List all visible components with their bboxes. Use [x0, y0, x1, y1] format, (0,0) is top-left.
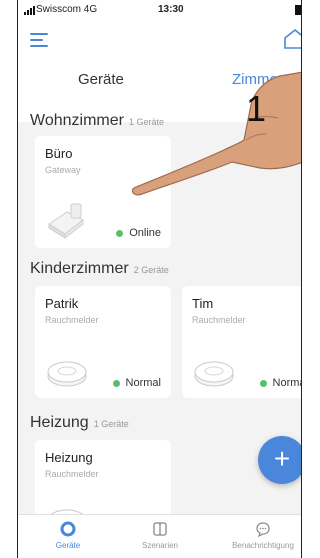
- room-title-kinderzimmer: Kinderzimmer 2 Geräte: [30, 260, 169, 278]
- device-type: Rauchmelder: [45, 469, 99, 479]
- home-button[interactable]: [283, 28, 301, 50]
- device-name: Büro: [45, 146, 73, 161]
- bottom-nav: Geräte Szenarien Benachrichtigung: [18, 514, 301, 558]
- room-device-count: 1 Geräte: [93, 419, 129, 429]
- room-device-count: 2 Geräte: [133, 265, 169, 275]
- device-type: Rauchmelder: [45, 315, 99, 325]
- home-icon: [284, 28, 301, 49]
- device-status-label: Normal: [272, 377, 301, 389]
- menu-button[interactable]: [30, 31, 48, 49]
- status-bar: Swisscom 4G 13:30: [18, 0, 301, 22]
- normal-status-dot: [259, 379, 267, 387]
- room-name: Wohnzimmer: [30, 112, 124, 129]
- device-name: Heizung: [45, 450, 93, 465]
- devices-tab-icon: [60, 521, 76, 537]
- carrier-label: Swisscom 4G: [36, 4, 98, 15]
- gateway-device-icon: [48, 203, 84, 240]
- device-card-heizung[interactable]: Heizung Rauchmelder: [35, 440, 171, 526]
- signal-icon: [24, 6, 35, 15]
- device-status: Online: [116, 227, 161, 239]
- device-type: Rauchmelder: [192, 315, 246, 325]
- tab-geraete[interactable]: Geräte: [78, 71, 124, 88]
- nav-label: Benachrichtigung: [232, 541, 294, 550]
- plus-icon: +: [273, 443, 291, 474]
- room-name: Heizung: [30, 414, 89, 431]
- nav-label: Geräte: [55, 541, 81, 550]
- nav-szenarien[interactable]: Szenarien: [120, 521, 200, 550]
- status-time: 13:30: [158, 4, 184, 15]
- room-title-heizung: Heizung 1 Geräte: [30, 414, 129, 432]
- notification-icon: [256, 522, 270, 537]
- scenes-tab-icon: [153, 522, 167, 536]
- pointing-hand-icon: [131, 71, 301, 196]
- device-name: Patrik: [45, 296, 79, 311]
- battery-icon: [295, 5, 301, 15]
- device-card-patrik[interactable]: Patrik Rauchmelder Normal: [35, 286, 171, 398]
- device-status: Normal: [112, 377, 161, 389]
- device-card-tim[interactable]: Tim Rauchmelder Normal: [182, 286, 301, 398]
- room-name: Kinderzimmer: [30, 260, 129, 277]
- device-status-label: Normal: [125, 377, 161, 389]
- device-status: Normal: [259, 377, 301, 389]
- nav-label: Szenarien: [141, 541, 179, 550]
- step-number-label: 1: [246, 88, 267, 129]
- device-type: Gateway: [45, 165, 81, 175]
- smoke-detector-icon: [47, 361, 87, 387]
- device-name: Tim: [192, 296, 214, 311]
- device-status-label: Online: [129, 227, 161, 239]
- online-status-dot: [116, 229, 124, 237]
- nav-geraete[interactable]: Geräte: [28, 521, 108, 550]
- smoke-detector-icon: [194, 361, 234, 387]
- add-button[interactable]: +: [258, 436, 301, 484]
- nav-benachrichtigung[interactable]: Benachrichtigung: [223, 521, 301, 550]
- normal-status-dot: [112, 379, 120, 387]
- phone-screen: Swisscom 4G 13:30 Geräte Zimmer Wohnzimm…: [17, 0, 302, 558]
